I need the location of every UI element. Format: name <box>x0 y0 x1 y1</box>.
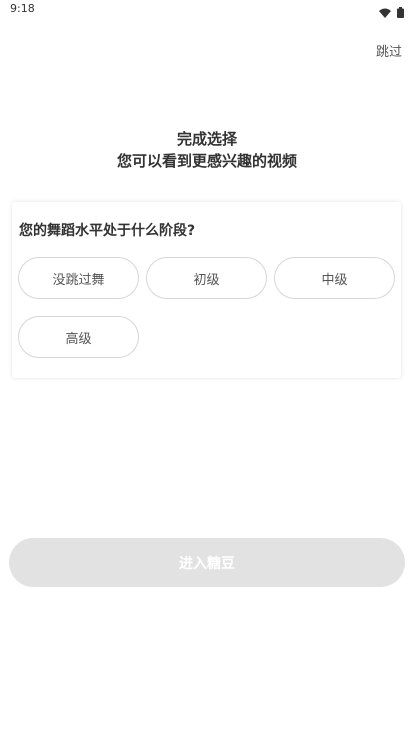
question-text: 您的舞蹈水平处于什么阶段? <box>19 223 196 239</box>
wifi-icon <box>379 3 391 22</box>
enter-button[interactable]: 进入糖豆 <box>9 538 405 587</box>
skip-button[interactable]: 跳过 <box>376 41 402 60</box>
status-bar: 9:18 <box>0 0 414 20</box>
intro-title: 完成选择 您可以看到更感兴趣的视频 <box>0 128 414 172</box>
option-intermediate[interactable]: 中级 <box>274 257 395 299</box>
intro-line-2: 您可以看到更感兴趣的视频 <box>116 152 297 170</box>
status-time: 9:18 <box>10 2 35 15</box>
battery-icon <box>397 3 404 22</box>
option-advanced[interactable]: 高级 <box>18 316 139 358</box>
intro-line-1: 完成选择 <box>176 130 237 148</box>
status-icons <box>379 3 404 22</box>
option-beginner[interactable]: 初级 <box>146 257 267 299</box>
option-never-danced[interactable]: 没跳过舞 <box>18 257 139 299</box>
dance-level-card: 您的舞蹈水平处于什么阶段? 没跳过舞 初级 中级 高级 <box>12 202 401 378</box>
